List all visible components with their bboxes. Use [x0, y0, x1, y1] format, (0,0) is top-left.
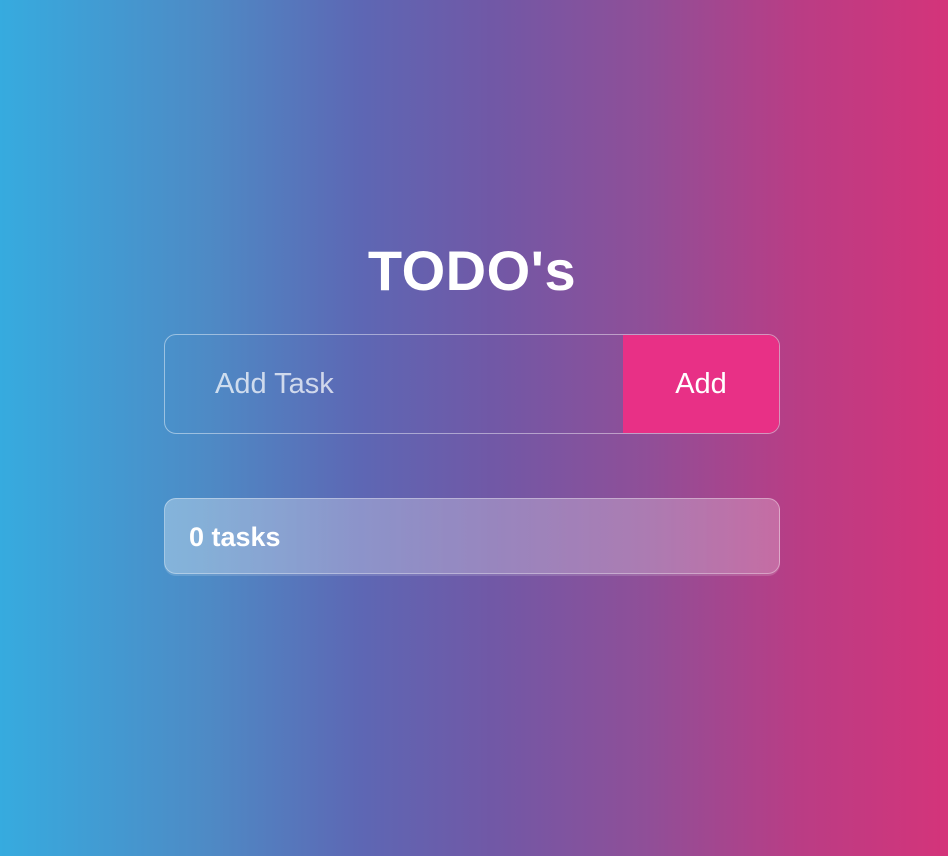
task-count: 0 tasks: [189, 522, 281, 552]
add-task-input[interactable]: [165, 335, 623, 433]
add-button[interactable]: Add: [623, 335, 779, 433]
task-list-panel: 0 tasks: [164, 498, 780, 574]
page-title: TODO's: [367, 239, 577, 302]
add-task-form: Add: [164, 334, 780, 434]
todo-app: TODO's Add 0 tasks: [164, 236, 780, 574]
